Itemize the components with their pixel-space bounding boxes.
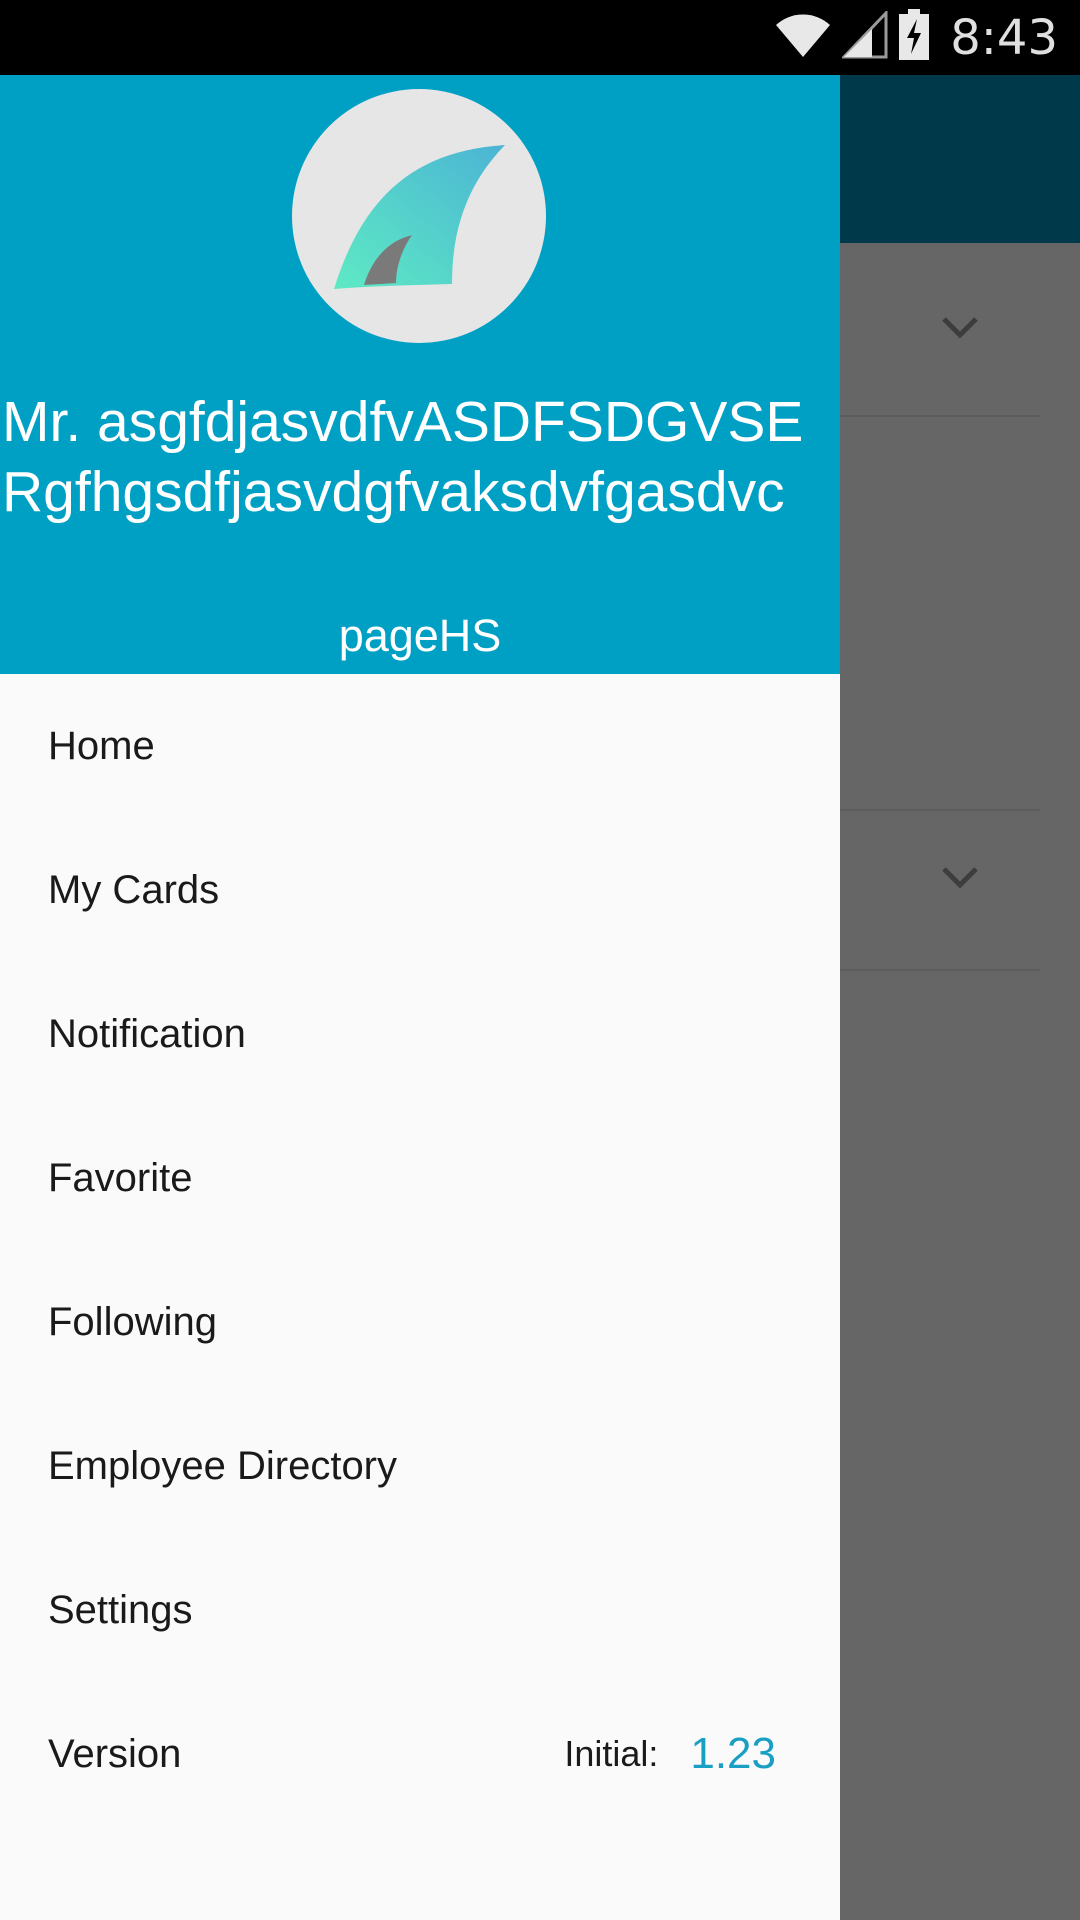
navigation-drawer: Mr. asgfdjasvdfvASDFSDGVSERgfhgsdfjasvdg… bbox=[0, 75, 840, 1920]
menu-item-my-cards[interactable]: My Cards bbox=[0, 818, 840, 962]
version-value: 1.23 bbox=[690, 1729, 776, 1778]
menu-item-settings[interactable]: Settings bbox=[0, 1538, 840, 1682]
status-time: 8:43 bbox=[950, 9, 1058, 66]
menu-item-following[interactable]: Following bbox=[0, 1250, 840, 1394]
chevron-down-icon[interactable] bbox=[940, 857, 980, 897]
menu-item-favorite[interactable]: Favorite bbox=[0, 1106, 840, 1250]
signal-icon bbox=[840, 9, 888, 64]
menu-item-home[interactable]: Home bbox=[0, 674, 840, 818]
wifi-icon bbox=[774, 11, 832, 64]
app-logo-icon bbox=[292, 145, 546, 343]
status-bar: 8:43 bbox=[0, 0, 1080, 75]
menu-item-label: Home bbox=[48, 723, 155, 768]
menu-item-label: Notification bbox=[48, 1011, 246, 1056]
menu-item-notification[interactable]: Notification bbox=[0, 962, 840, 1106]
drawer-header: Mr. asgfdjasvdfvASDFSDGVSERgfhgsdfjasvdg… bbox=[0, 75, 840, 674]
menu-item-label: Favorite bbox=[48, 1155, 193, 1200]
drawer-menu: Home My Cards Notification Favorite Foll… bbox=[0, 674, 840, 1826]
menu-item-employee-directory[interactable]: Employee Directory bbox=[0, 1394, 840, 1538]
version-info: Initial: 1.23 bbox=[564, 1682, 776, 1826]
menu-item-label: Version bbox=[48, 1731, 182, 1776]
chevron-down-icon[interactable] bbox=[940, 307, 980, 347]
version-label: Initial: bbox=[564, 1733, 659, 1774]
user-name: Mr. asgfdjasvdfvASDFSDGVSERgfhgsdfjasvdg… bbox=[2, 390, 804, 524]
status-icons: 8:43 bbox=[774, 0, 1080, 75]
menu-item-label: Employee Directory bbox=[48, 1443, 398, 1488]
battery-charging-icon bbox=[898, 9, 930, 66]
menu-item-label: My Cards bbox=[48, 867, 220, 912]
menu-item-label: Following bbox=[48, 1299, 217, 1344]
user-page: pageHS bbox=[338, 610, 502, 661]
menu-item-label: Settings bbox=[48, 1587, 193, 1632]
avatar[interactable] bbox=[292, 89, 546, 343]
menu-item-version[interactable]: Version Initial: 1.23 bbox=[0, 1682, 840, 1826]
